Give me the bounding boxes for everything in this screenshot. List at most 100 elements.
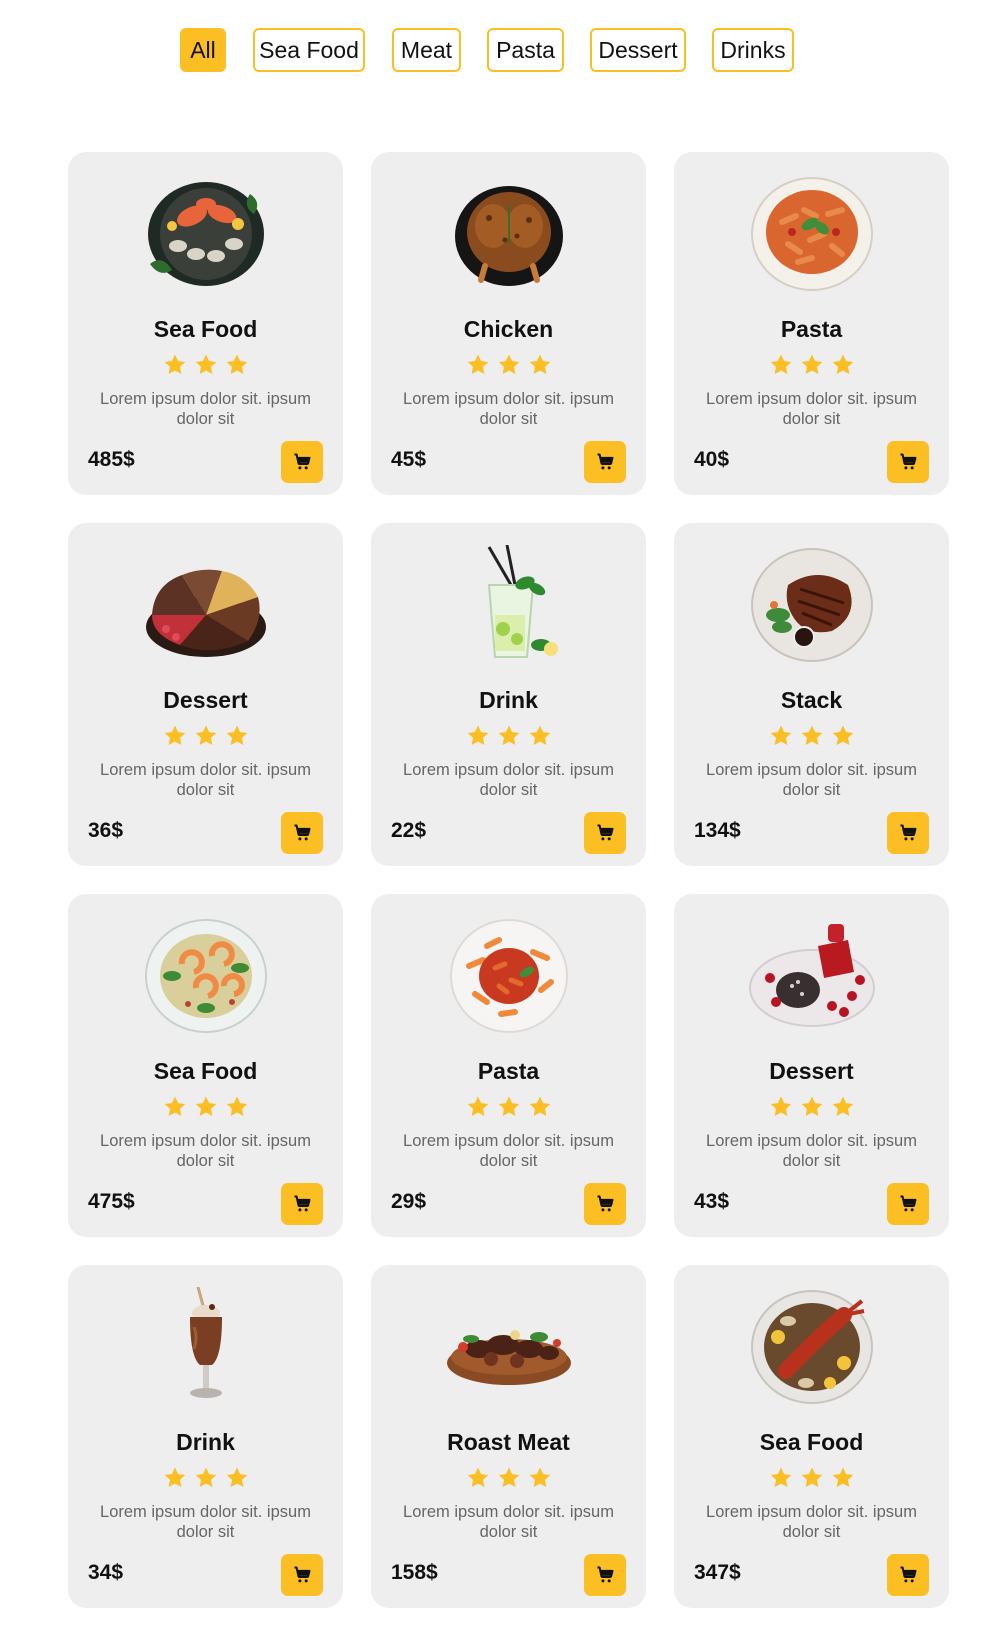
product-image: [142, 545, 270, 663]
product-title: Stack: [780, 687, 843, 713]
add-to-cart-button[interactable]: [887, 1183, 929, 1225]
product-title: Pasta: [477, 1058, 540, 1084]
product-description: Lorem ipsum dolor sit. ipsum dolor sit: [403, 1503, 614, 1541]
product-rating: [68, 1466, 343, 1495]
product-title: Sea Food: [153, 1058, 258, 1084]
star-icon: [497, 724, 521, 753]
product-card[interactable]: Sea Food Lorem ipsum dolor sit. ipsum dol…: [68, 894, 343, 1237]
filter-meat-button[interactable]: Meat: [392, 28, 461, 72]
product-card[interactable]: Drink Lorem ipsum dolor sit. ipsum dolor …: [371, 523, 646, 866]
star-icon: [194, 1466, 218, 1495]
cart-icon: [595, 1194, 615, 1214]
product-price: 347$: [694, 1561, 741, 1584]
cart-icon: [595, 1565, 615, 1585]
product-image: [445, 544, 573, 663]
product-title: Roast Meat: [447, 1429, 570, 1455]
product-rating: [371, 1466, 646, 1495]
product-image: [142, 1286, 270, 1405]
product-card[interactable]: Drink Lorem ipsum dolor sit. ipsum dolor …: [68, 1265, 343, 1608]
star-icon: [528, 724, 552, 753]
star-icon: [163, 353, 187, 382]
product-rating: [674, 724, 949, 753]
add-to-cart-button[interactable]: [281, 1554, 323, 1596]
add-to-cart-button[interactable]: [281, 812, 323, 854]
product-card[interactable]: Roast Meat Lorem ipsum dolor sit. ipsum d…: [371, 1265, 646, 1608]
product-price: 45$: [391, 448, 427, 471]
product-title: Chicken: [463, 316, 554, 342]
filter-all-button[interactable]: All: [180, 28, 226, 72]
star-icon: [497, 1095, 521, 1124]
star-icon: [769, 724, 793, 753]
product-image: [445, 1287, 573, 1405]
product-card[interactable]: Chicken Lorem ipsum dolor sit. ipsum dolo…: [371, 152, 646, 495]
filter-dessert-button[interactable]: Dessert: [590, 28, 686, 72]
product-description: Lorem ipsum dolor sit. ipsum dolor sit: [706, 1503, 917, 1541]
add-to-cart-button[interactable]: [887, 1554, 929, 1596]
add-to-cart-button[interactable]: [281, 1183, 323, 1225]
product-image: [748, 916, 876, 1034]
product-description: Lorem ipsum dolor sit. ipsum dolor sit: [706, 390, 917, 428]
filter-pasta-button[interactable]: Pasta: [487, 28, 564, 72]
star-icon: [466, 353, 490, 382]
product-rating: [674, 1466, 949, 1495]
add-to-cart-button[interactable]: [584, 1554, 626, 1596]
star-icon: [800, 1466, 824, 1495]
cart-icon: [292, 1194, 312, 1214]
product-card[interactable]: Stack Lorem ipsum dolor sit. ipsum dolor …: [674, 523, 949, 866]
product-card[interactable]: Dessert Lorem ipsum dolor sit. ipsum dolo…: [68, 523, 343, 866]
star-icon: [497, 1466, 521, 1495]
cart-icon: [292, 823, 312, 843]
product-price: 22$: [391, 819, 427, 842]
cart-icon: [595, 823, 615, 843]
product-image: [445, 916, 573, 1034]
add-to-cart-button[interactable]: [584, 441, 626, 483]
add-to-cart-button[interactable]: [281, 441, 323, 483]
product-description: Lorem ipsum dolor sit. ipsum dolor sit: [100, 1503, 311, 1541]
star-icon: [528, 1466, 552, 1495]
add-to-cart-button[interactable]: [584, 812, 626, 854]
star-icon: [466, 1466, 490, 1495]
cart-icon: [898, 452, 918, 472]
star-icon: [163, 1095, 187, 1124]
star-icon: [225, 1095, 249, 1124]
star-icon: [831, 724, 855, 753]
filter-sea-food-button[interactable]: Sea Food: [253, 28, 365, 72]
product-image: [748, 545, 876, 663]
product-price: 485$: [88, 448, 135, 471]
product-description: Lorem ipsum dolor sit. ipsum dolor sit: [706, 761, 917, 799]
star-icon: [831, 1095, 855, 1124]
product-rating: [371, 724, 646, 753]
add-to-cart-button[interactable]: [887, 812, 929, 854]
star-icon: [163, 724, 187, 753]
star-icon: [225, 1466, 249, 1495]
product-title: Drink: [479, 687, 538, 713]
product-image: [748, 174, 876, 292]
product-price: 134$: [694, 819, 741, 842]
star-icon: [194, 1095, 218, 1124]
filter-drinks-button[interactable]: Drinks: [712, 28, 794, 72]
add-to-cart-button[interactable]: [887, 441, 929, 483]
star-icon: [769, 1466, 793, 1495]
product-card[interactable]: Sea Food Lorem ipsum dolor sit. ipsum dol…: [68, 152, 343, 495]
product-price: 43$: [694, 1190, 730, 1213]
product-card[interactable]: Pasta Lorem ipsum dolor sit. ipsum dolor …: [674, 152, 949, 495]
product-rating: [68, 353, 343, 382]
product-rating: [371, 1095, 646, 1124]
cart-icon: [292, 1565, 312, 1585]
product-card[interactable]: Dessert Lorem ipsum dolor sit. ipsum dolo…: [674, 894, 949, 1237]
product-description: Lorem ipsum dolor sit. ipsum dolor sit: [403, 390, 614, 428]
star-icon: [528, 1095, 552, 1124]
add-to-cart-button[interactable]: [584, 1183, 626, 1225]
star-icon: [466, 724, 490, 753]
product-card[interactable]: Sea Food Lorem ipsum dolor sit. ipsum dol…: [674, 1265, 949, 1608]
product-image: [445, 174, 573, 292]
product-price: 158$: [391, 1561, 438, 1584]
product-price: 475$: [88, 1190, 135, 1213]
star-icon: [831, 1466, 855, 1495]
product-description: Lorem ipsum dolor sit. ipsum dolor sit: [100, 1132, 311, 1170]
product-title: Drink: [176, 1429, 235, 1455]
star-icon: [194, 353, 218, 382]
product-price: 40$: [694, 448, 730, 471]
product-card[interactable]: Pasta Lorem ipsum dolor sit. ipsum dolor …: [371, 894, 646, 1237]
product-title: Dessert: [163, 687, 248, 713]
